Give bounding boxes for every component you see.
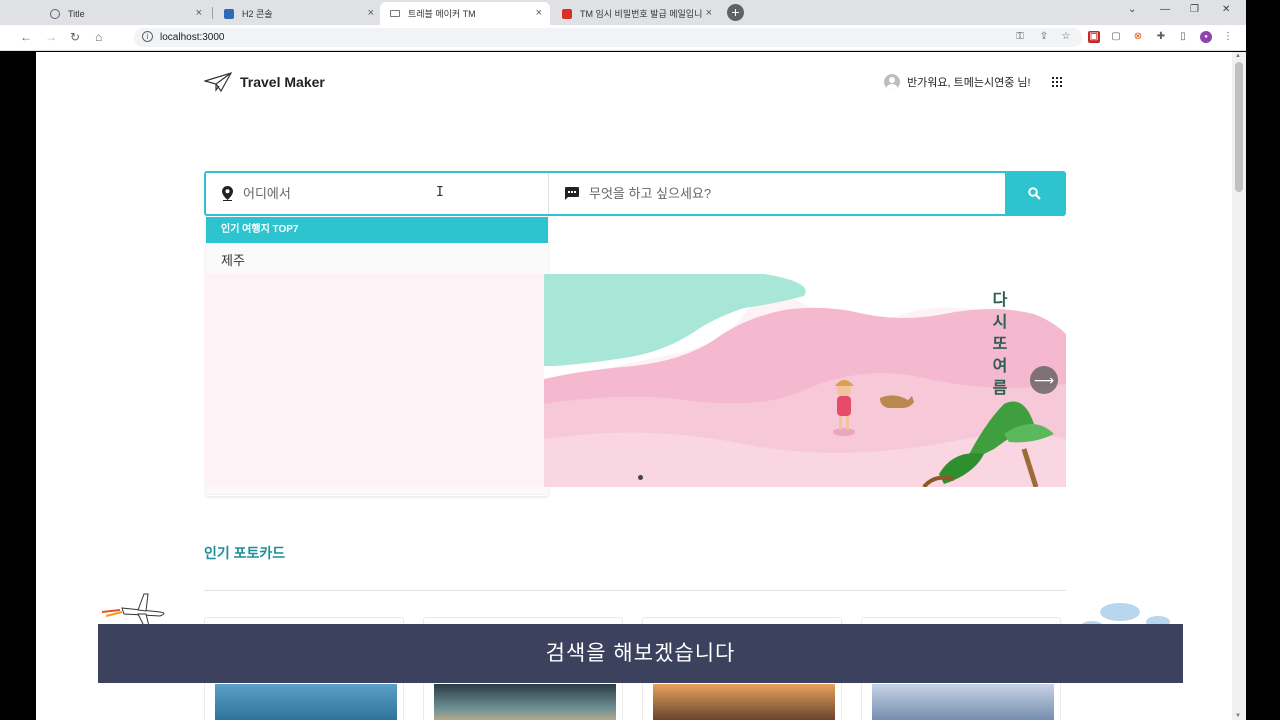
next-arrow-icon[interactable]: ⟶ — [1030, 366, 1058, 394]
dropdown-heading: 인기 여행지 TOP7 — [206, 217, 548, 243]
restore-icon[interactable]: ❐ — [1190, 4, 1199, 15]
site-logo[interactable]: Travel Maker — [204, 72, 325, 92]
reload-icon[interactable]: ↻ — [70, 30, 80, 44]
tab-separator — [212, 7, 213, 19]
browser-toolbar: ← → ↻ ⌂ i localhost:3000 ⚿ ⇪ ☆ ▣ ▢ ⊗ ✚ ▯… — [0, 25, 1246, 51]
tab-label: TM 임시 비밀번호 발급 메일입니 — [580, 9, 703, 19]
extensions-puzzle-icon[interactable]: ✚ — [1155, 31, 1167, 43]
video-caption-overlay: 검색을 해보겠습니다 — [98, 624, 1183, 683]
where-input[interactable] — [243, 186, 543, 201]
tab-search-icon[interactable]: ⌄ — [1128, 4, 1136, 15]
what-input[interactable] — [589, 186, 889, 201]
summer-beach-illustration — [204, 274, 1066, 487]
photocard-image — [434, 684, 616, 720]
new-tab-button[interactable]: + — [727, 4, 744, 21]
close-window-icon[interactable]: ✕ — [1222, 4, 1230, 15]
user-avatar-icon — [884, 74, 900, 90]
photocard-image — [653, 684, 835, 720]
gmail-icon — [562, 8, 572, 19]
key-icon[interactable]: ⚿ — [1014, 31, 1026, 43]
scroll-thumb[interactable] — [1235, 62, 1243, 192]
extension-red-icon[interactable]: ▣ — [1088, 31, 1100, 43]
carousel-indicator-dot[interactable] — [638, 475, 643, 480]
share-icon[interactable]: ⇪ — [1038, 31, 1050, 43]
menu-kebab-icon[interactable]: ⋮ — [1222, 31, 1234, 43]
paper-plane-icon — [390, 10, 400, 17]
site-info-icon[interactable]: i — [142, 31, 153, 42]
tab-label: H2 콘솔 — [242, 9, 273, 19]
scroll-up-arrow-icon[interactable]: ▲ — [1235, 53, 1241, 59]
page-scrollbar[interactable]: ▲ ▼ — [1232, 52, 1246, 720]
search-icon — [1028, 187, 1041, 200]
search-bar: I — [204, 171, 1066, 216]
section-divider — [204, 590, 1066, 591]
tab-label: Title — [68, 8, 85, 19]
browser-tab-title[interactable]: Title × — [40, 2, 210, 25]
extension-box-icon[interactable]: ▢ — [1110, 31, 1122, 43]
close-icon[interactable]: × — [536, 7, 542, 19]
apps-grid-icon[interactable] — [1052, 77, 1062, 87]
h2-logo-icon — [224, 8, 234, 19]
browser-tab-h2-console[interactable]: H2 콘솔 × — [214, 2, 382, 25]
photocard-image — [872, 684, 1054, 720]
forward-icon[interactable]: → — [45, 30, 57, 44]
profile-avatar-icon[interactable]: ● — [1200, 31, 1212, 43]
tab-label: 트레블 메이커 TM — [408, 9, 476, 19]
user-greeting[interactable]: 반가워요, 트메는시연중 님! — [884, 74, 1031, 90]
home-icon[interactable]: ⌂ — [95, 30, 102, 44]
back-icon[interactable]: ← — [20, 30, 32, 44]
left-frame — [0, 52, 36, 720]
paper-plane-logo-icon — [204, 72, 232, 92]
greeting-text: 반가워요, 트메는시연중 님! — [907, 77, 1031, 89]
side-panel-icon[interactable]: ▯ — [1177, 31, 1189, 43]
search-button[interactable] — [1005, 173, 1064, 214]
minimize-icon[interactable]: — — [1160, 4, 1170, 15]
photocard-image — [215, 684, 397, 720]
url-text: localhost:3000 — [160, 32, 225, 43]
where-field[interactable]: I — [206, 173, 549, 214]
close-icon[interactable]: × — [706, 7, 712, 19]
bookmark-star-icon[interactable]: ☆ — [1060, 31, 1072, 43]
location-pin-icon — [222, 186, 233, 201]
browser-tab-mail[interactable]: TM 임시 비밀번호 발급 메일입니 × — [552, 2, 720, 25]
logo-text: Travel Maker — [240, 74, 325, 90]
banner-vertical-title: 다시 또 여름 — [992, 292, 1008, 397]
section-title-popular-photocards: 인기 포토카드 — [204, 545, 286, 561]
extension-block-icon[interactable]: ⊗ — [1132, 31, 1144, 43]
browser-tab-travel-maker[interactable]: 트레블 메이커 TM × — [380, 2, 550, 25]
banner-carousel: 다시 또 여름 ⟶ — [204, 274, 1066, 487]
what-field[interactable] — [549, 173, 1005, 214]
close-icon[interactable]: × — [368, 7, 374, 19]
text-cursor-icon: I — [436, 185, 444, 200]
close-icon[interactable]: × — [196, 7, 202, 19]
globe-icon — [50, 8, 60, 19]
right-frame — [1246, 0, 1280, 720]
browser-tab-strip: Title × H2 콘솔 × 트레블 메이커 TM × TM 임시 비밀번호 … — [0, 0, 1246, 25]
address-bar[interactable]: i localhost:3000 — [134, 28, 1082, 47]
scroll-down-arrow-icon[interactable]: ▼ — [1235, 713, 1241, 719]
chat-bubble-icon — [565, 187, 579, 200]
page-content: Travel Maker 반가워요, 트메는시연중 님! I — [36, 52, 1232, 720]
